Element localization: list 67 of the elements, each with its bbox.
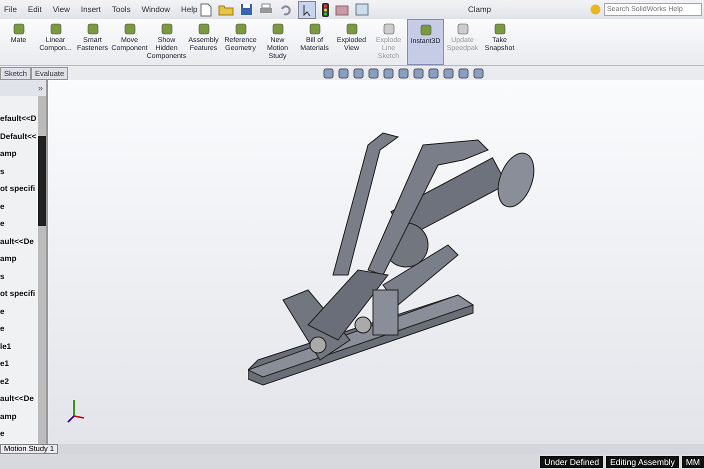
tree-item[interactable]: e — [0, 320, 38, 338]
view-toolbar-icon[interactable] — [353, 68, 364, 78]
undo-icon[interactable] — [279, 3, 292, 16]
printer-icon[interactable] — [259, 3, 273, 16]
tree-item[interactable]: efault<<D — [0, 110, 38, 128]
tool-icon — [234, 22, 248, 36]
view-toolbar-icon[interactable] — [428, 68, 440, 78]
menu-item[interactable]: Window — [142, 5, 170, 14]
tree-item[interactable]: e — [0, 198, 38, 215]
tool-icon — [492, 22, 506, 36]
new-document-icon[interactable] — [200, 2, 212, 16]
tree-item[interactable]: Default<< — [0, 128, 38, 145]
view-toolbar-icon[interactable] — [323, 68, 334, 78]
status-text: Editing Assembly — [606, 456, 679, 468]
status-text: MM — [682, 456, 704, 468]
tree-item[interactable]: e — [0, 302, 38, 320]
save-icon[interactable] — [240, 3, 253, 16]
view-toolbar-icon[interactable] — [338, 68, 350, 78]
tool-icon — [382, 22, 396, 36]
status-text: Under Defined — [540, 456, 604, 468]
window-title: Clamp — [466, 5, 492, 14]
tree-item[interactable]: ault<<De — [0, 390, 38, 408]
tree-item[interactable]: s — [0, 162, 38, 180]
tool-icon — [48, 22, 62, 36]
tool-icon — [196, 22, 210, 36]
tree-item[interactable]: s — [0, 268, 38, 285]
menu-item[interactable]: File — [4, 5, 17, 14]
tree-item[interactable]: amp — [0, 145, 38, 162]
menu-item[interactable]: Tools — [112, 5, 131, 14]
tree-item[interactable]: ot specifi — [0, 180, 38, 198]
view-toolbar-icon[interactable] — [473, 68, 484, 78]
tool-icon — [270, 22, 284, 36]
tool-icon — [122, 22, 136, 36]
pointer-icon[interactable] — [298, 0, 316, 18]
tool-icon — [418, 23, 432, 37]
tree-item[interactable]: e — [0, 215, 38, 232]
menu-item[interactable]: Help — [181, 5, 198, 14]
traffic-light-icon[interactable] — [322, 2, 329, 16]
tool-icon — [86, 22, 100, 36]
menu-item[interactable]: Insert — [80, 5, 101, 14]
view-toolbar-icon[interactable] — [458, 68, 470, 78]
view-toolbar-icon[interactable] — [368, 68, 380, 78]
tree-item[interactable]: e — [0, 425, 38, 442]
tree-item[interactable]: e1 — [0, 355, 38, 372]
folder-icon[interactable] — [218, 3, 234, 16]
tool-icon — [160, 22, 174, 36]
tree-item[interactable]: amp — [0, 408, 38, 425]
window-icon[interactable] — [355, 3, 369, 16]
tool-icon — [12, 22, 26, 36]
tool-icon — [308, 22, 322, 36]
tree-item[interactable]: amp — [0, 250, 38, 268]
tree-item[interactable]: ault<<De — [0, 232, 38, 250]
tree-item[interactable]: ot specifi — [0, 285, 38, 302]
collapse-button[interactable]: » — [38, 83, 43, 93]
scrollbar[interactable] — [38, 136, 46, 226]
tool-icon — [344, 22, 358, 36]
help-icon — [590, 4, 601, 15]
tree-item[interactable]: e2 — [0, 372, 38, 390]
tool-icon — [456, 22, 470, 36]
view-toolbar-icon[interactable] — [383, 68, 394, 78]
view-toolbar-icon[interactable] — [413, 68, 424, 78]
view-toolbar-icon[interactable] — [398, 68, 410, 78]
axis-triad-icon — [66, 398, 86, 424]
menu-item[interactable]: Edit — [28, 5, 42, 14]
tree-item[interactable]: le1 — [0, 338, 38, 355]
view-toolbar-icon[interactable] — [443, 68, 454, 78]
menu-item[interactable]: View — [52, 5, 70, 14]
